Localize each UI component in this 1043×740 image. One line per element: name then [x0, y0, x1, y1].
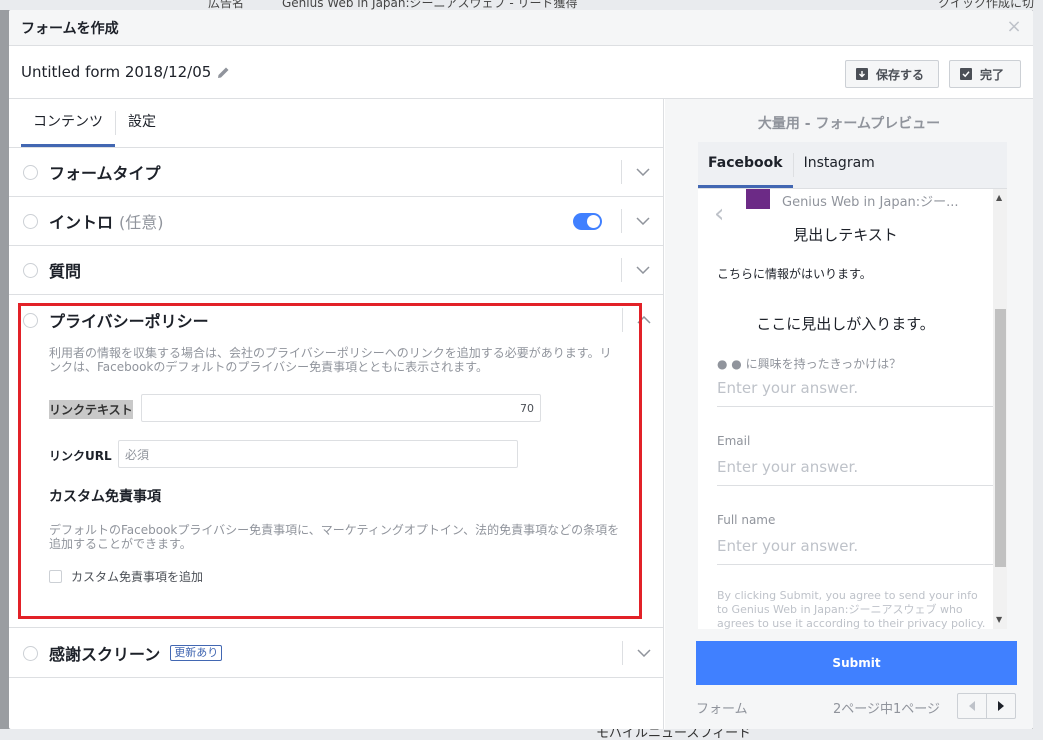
chevron-right-icon	[998, 701, 1004, 711]
custom-disclaimer-checkbox-label: カスタム免責事項を追加	[71, 570, 204, 584]
preview-answer-field[interactable]: Enter your answer.	[717, 379, 997, 407]
questions-status-radio	[23, 262, 38, 278]
thanks-title: 感謝スクリーン	[49, 645, 161, 664]
form-name[interactable]: Untitled form 2018/12/05	[21, 63, 211, 81]
preview-phone-screen: ‹ Genius Web in Japan:ジー... 見出しテキスト こちらに…	[698, 189, 1007, 629]
section-questions[interactable]: 質問	[9, 246, 663, 295]
section-form-type[interactable]: フォームタイプ	[9, 148, 663, 197]
background-footer: モバイルニュースフィード	[0, 726, 1043, 740]
chevron-down-icon[interactable]	[621, 160, 663, 184]
privacy-title: プライバシーポリシー	[49, 312, 209, 331]
custom-disclaimer-description: デフォルトのFacebookプライバシー免責事項に、マーケティングオプトイン、法…	[49, 523, 620, 551]
chevron-down-icon[interactable]	[621, 258, 663, 282]
preview-page-indicator: 2ページ中1ページ	[833, 702, 941, 717]
dialog-header: フォームを作成 ×	[9, 10, 1033, 46]
form-editor-panel: コンテンツ 設定 フォームタイプ イントロ (任意) 質問 プライバシーポリシー…	[9, 99, 664, 729]
save-button[interactable]: 保存する	[845, 60, 939, 88]
section-privacy-policy: プライバシーポリシー 利用者の情報を収集する場合は、会社のプライバシーポリシーへ…	[9, 296, 663, 628]
background-right	[1033, 10, 1043, 729]
preview-footer-label: フォーム	[696, 702, 748, 717]
scroll-up-icon[interactable]: ▲	[996, 193, 1002, 202]
link-url-label: リンクURL	[49, 449, 112, 463]
pencil-icon[interactable]	[217, 66, 230, 79]
preview-tabs: Facebook Instagram	[698, 142, 1007, 189]
custom-disclaimer-checkbox-row[interactable]: カスタム免責事項を追加	[49, 568, 203, 585]
thanks-status-radio	[23, 645, 38, 661]
save-label: 保存する	[876, 67, 925, 82]
link-url-placeholder: 必須	[125, 447, 150, 462]
done-label: 完了	[980, 67, 1005, 82]
preview-email-label: Email	[717, 434, 751, 448]
intro-title: イントロ	[49, 213, 114, 232]
preview-fullname-label: Full name	[717, 513, 776, 527]
intro-optional-label: (任意)	[119, 213, 164, 232]
update-badge: 更新あり	[170, 645, 223, 661]
section-thanks-screen[interactable]: 感謝スクリーン 更新あり	[9, 629, 663, 678]
form-name-bar: Untitled form 2018/12/05 保存する 完了	[9, 46, 1033, 99]
preview-email-field[interactable]: Enter your answer.	[717, 458, 997, 486]
form-type-status-radio	[23, 164, 38, 180]
privacy-status-radio	[23, 312, 38, 328]
tab-settings[interactable]: 設定	[116, 99, 168, 147]
preview-info-text: こちらに情報がはいります。	[717, 267, 872, 281]
editor-tabs: コンテンツ 設定	[9, 99, 663, 148]
privacy-header[interactable]: プライバシーポリシー	[23, 308, 209, 332]
form-preview-panel: 大量用 - フォームプレビュー Facebook Instagram ‹ Gen…	[665, 99, 1033, 729]
link-url-input[interactable]: 必須	[118, 440, 518, 468]
tab-instagram[interactable]: Instagram	[794, 142, 885, 188]
background-header: 広告名 Genius Web in Japan:ジーニアスウェブ - リード獲得…	[0, 0, 1043, 27]
link-text-counter: 70	[520, 401, 534, 415]
save-icon	[856, 68, 868, 80]
link-text-label: リンクテキスト	[49, 400, 133, 419]
preview-submit-button[interactable]: Submit	[696, 641, 1017, 685]
page-logo	[746, 189, 770, 209]
create-form-dialog: フォームを作成 × Untitled form 2018/12/05 保存する …	[9, 10, 1033, 729]
preview-question-label: ● ● に興味を持ったきっかけは？	[717, 357, 902, 371]
privacy-description: 利用者の情報を収集する場合は、会社のプライバシーポリシーへのリンクを追加する必要…	[49, 346, 612, 374]
chevron-down-icon[interactable]	[622, 641, 663, 665]
scrollbar-thumb[interactable]	[995, 309, 1006, 567]
chevron-left-icon	[969, 701, 975, 711]
link-text-input[interactable]: 70	[141, 394, 541, 422]
dialog-title: フォームを作成	[21, 20, 119, 37]
chevron-down-icon[interactable]	[621, 209, 663, 233]
check-icon	[960, 68, 972, 80]
preview-question-headline: ここに見出しが入ります。	[756, 315, 935, 333]
preview-legal-text: By clicking Submit, you agree to send yo…	[717, 589, 986, 629]
preview-title: 大量用 - フォームプレビュー	[757, 116, 941, 132]
tab-content[interactable]: コンテンツ	[21, 99, 115, 147]
previous-page-button[interactable]	[957, 693, 987, 719]
preview-page-name: Genius Web in Japan:ジー...	[782, 195, 959, 210]
form-type-title: フォームタイプ	[49, 164, 161, 183]
next-page-button[interactable]	[986, 693, 1016, 719]
intro-toggle[interactable]	[573, 213, 602, 230]
preview-fullname-field[interactable]: Enter your answer.	[717, 537, 997, 565]
questions-title: 質問	[49, 262, 82, 281]
tab-facebook[interactable]: Facebook	[698, 142, 793, 188]
preview-scrollbar[interactable]: ▲ ▼	[993, 189, 1007, 629]
intro-status-radio	[23, 213, 38, 229]
close-icon[interactable]: ×	[1005, 18, 1023, 36]
scroll-down-icon[interactable]: ▼	[996, 615, 1002, 624]
section-intro[interactable]: イントロ (任意)	[9, 197, 663, 246]
preview-headline: 見出しテキスト	[793, 226, 898, 244]
custom-disclaimer-checkbox[interactable]	[49, 570, 62, 583]
custom-disclaimer-title: カスタム免責事項	[49, 489, 161, 505]
chevron-up-icon[interactable]	[622, 308, 663, 332]
done-button[interactable]: 完了	[949, 60, 1021, 88]
